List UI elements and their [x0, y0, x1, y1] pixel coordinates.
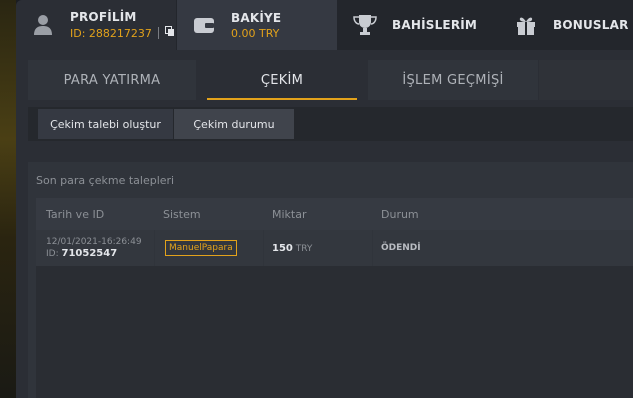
- request-id-label: ID:: [46, 249, 59, 259]
- tab-spacer: [539, 60, 633, 100]
- balance-amount: 0.00 TRY: [231, 26, 280, 40]
- user-icon: [28, 14, 58, 36]
- system-badge: ManuelPapara: [165, 240, 237, 256]
- divider: [157, 27, 159, 39]
- request-currency: TRY: [295, 243, 313, 254]
- tab-withdraw[interactable]: ÇEKİM: [197, 60, 367, 100]
- copy-icon[interactable]: [164, 26, 175, 40]
- table-header: Tarih ve ID Sistem Miktar Durum: [36, 198, 633, 230]
- cell-system: ManuelPapara: [155, 230, 263, 266]
- column-header-amount: Miktar: [272, 207, 307, 221]
- trophy-icon: [350, 14, 380, 36]
- column-header-status: Durum: [381, 207, 419, 221]
- column-header-date: Tarih ve ID: [46, 207, 105, 221]
- active-tab-indicator: [207, 98, 357, 100]
- background-strip: [0, 0, 16, 398]
- cell-amount: 150 TRY: [264, 230, 372, 266]
- nav-bets[interactable]: BAHİSLERİM: [338, 0, 498, 50]
- tab-history[interactable]: İŞLEM GEÇMİŞİ: [368, 60, 538, 100]
- status-badge: ÖDENDİ: [381, 243, 421, 253]
- sub-tabs: Çekim talebi oluştur Çekim durumu: [28, 107, 633, 141]
- cell-status: ÖDENDİ: [373, 230, 633, 266]
- panel-title: Son para çekme talepleri: [36, 174, 175, 187]
- tab-withdraw-label: ÇEKİM: [260, 72, 304, 88]
- top-nav: PROFİLİM ID: 288217237 BAKİYE 0.00 TRY B…: [16, 0, 633, 50]
- request-id: 71052547: [61, 248, 118, 259]
- column-header-system: Sistem: [163, 207, 201, 221]
- nav-bonus-title: BONUSLAR: [553, 18, 629, 32]
- nav-profile-title: PROFİLİM: [70, 10, 137, 24]
- nav-balance-title: BAKİYE: [231, 10, 282, 25]
- nav-bets-title: BAHİSLERİM: [392, 18, 478, 32]
- nav-balance[interactable]: BAKİYE 0.00 TRY: [177, 0, 337, 50]
- subtab-withdraw-status[interactable]: Çekim durumu: [174, 109, 294, 139]
- account-panel: PROFİLİM ID: 288217237 BAKİYE 0.00 TRY B…: [16, 0, 633, 398]
- request-date: 12/01/2021-16:26:49: [46, 237, 142, 247]
- cell-date-id: 12/01/2021-16:26:49 ID: 71052547: [36, 230, 154, 266]
- profile-id: ID: 288217237: [70, 26, 152, 40]
- withdraw-requests-panel: Son para çekme talepleri Tarih ve ID Sis…: [28, 162, 633, 398]
- request-amount: 150: [272, 242, 293, 254]
- requests-table: Tarih ve ID Sistem Miktar Durum 12/01/20…: [36, 198, 633, 398]
- wallet-icon: [189, 16, 219, 34]
- tab-deposit[interactable]: PARA YATIRMA: [28, 60, 196, 100]
- subtab-create-request[interactable]: Çekim talebi oluştur: [38, 109, 173, 139]
- nav-profile[interactable]: PROFİLİM ID: 288217237: [16, 0, 176, 50]
- gift-icon: [511, 14, 541, 36]
- nav-bonus[interactable]: BONUSLAR: [499, 0, 633, 50]
- table-row: 12/01/2021-16:26:49 ID: 71052547 ManuelP…: [36, 230, 633, 266]
- main-tabs: PARA YATIRMA ÇEKİM İŞLEM GEÇMİŞİ: [28, 60, 633, 100]
